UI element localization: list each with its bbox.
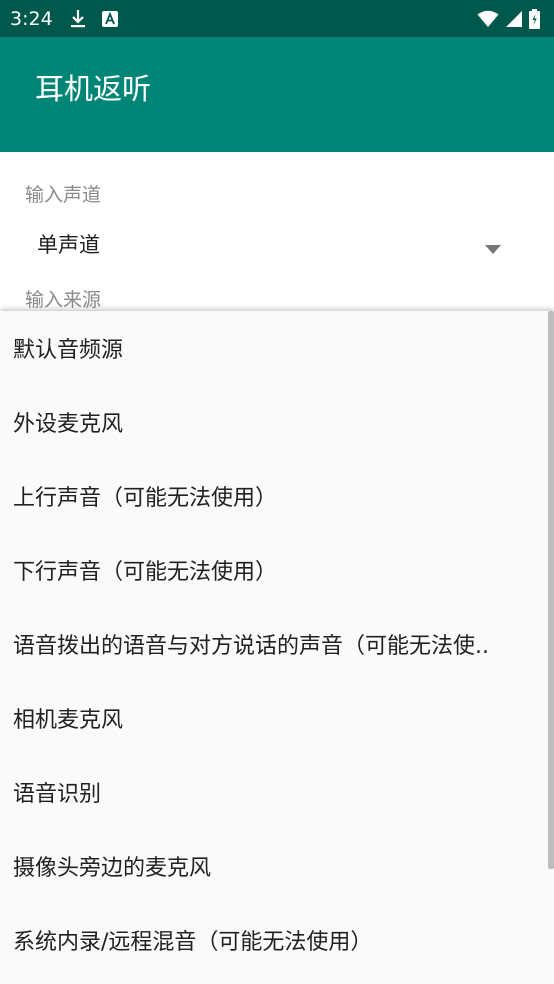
battery-icon: [529, 8, 540, 29]
wifi-icon: [477, 10, 499, 28]
download-icon: [69, 9, 87, 29]
source-option-voice-call[interactable]: 语音拨出的语音与对方说话的声音（可能无法使..: [0, 607, 548, 681]
channel-spinner-value: 单声道: [37, 233, 100, 257]
source-option-default[interactable]: 默认音频源: [0, 311, 548, 385]
source-option-external-mic[interactable]: 外设麦克风: [0, 385, 548, 459]
source-option-remote-submix[interactable]: 系统内录/远程混音（可能无法使用）: [0, 903, 548, 977]
source-option-camera-side-mic[interactable]: 摄像头旁边的麦克风: [0, 829, 548, 903]
app-bar: 耳机返听: [0, 37, 554, 152]
app-title: 耳机返听: [35, 71, 152, 106]
status-bar: 3:24: [0, 0, 554, 37]
source-option-camcorder[interactable]: 相机麦克风: [0, 681, 548, 755]
text-a-icon: [101, 10, 119, 28]
popup-scrollbar[interactable]: [548, 311, 554, 869]
channel-label: 输入声道: [25, 184, 102, 206]
source-dropdown-popup: 默认音频源 外设麦克风 上行声音（可能无法使用） 下行声音（可能无法使用） 语音…: [0, 311, 554, 984]
source-option-voice-recognition[interactable]: 语音识别: [0, 755, 548, 829]
source-label: 输入来源: [25, 289, 102, 311]
status-notification-icons: [69, 9, 119, 29]
channel-spinner[interactable]: 单声道: [25, 220, 515, 268]
signal-icon: [505, 10, 523, 28]
source-option-downlink[interactable]: 下行声音（可能无法使用）: [0, 533, 548, 607]
source-option-uplink[interactable]: 上行声音（可能无法使用）: [0, 459, 548, 533]
status-time: 3:24: [10, 7, 53, 30]
status-system-icons: [477, 8, 540, 29]
dropdown-arrow-icon: [485, 239, 501, 258]
